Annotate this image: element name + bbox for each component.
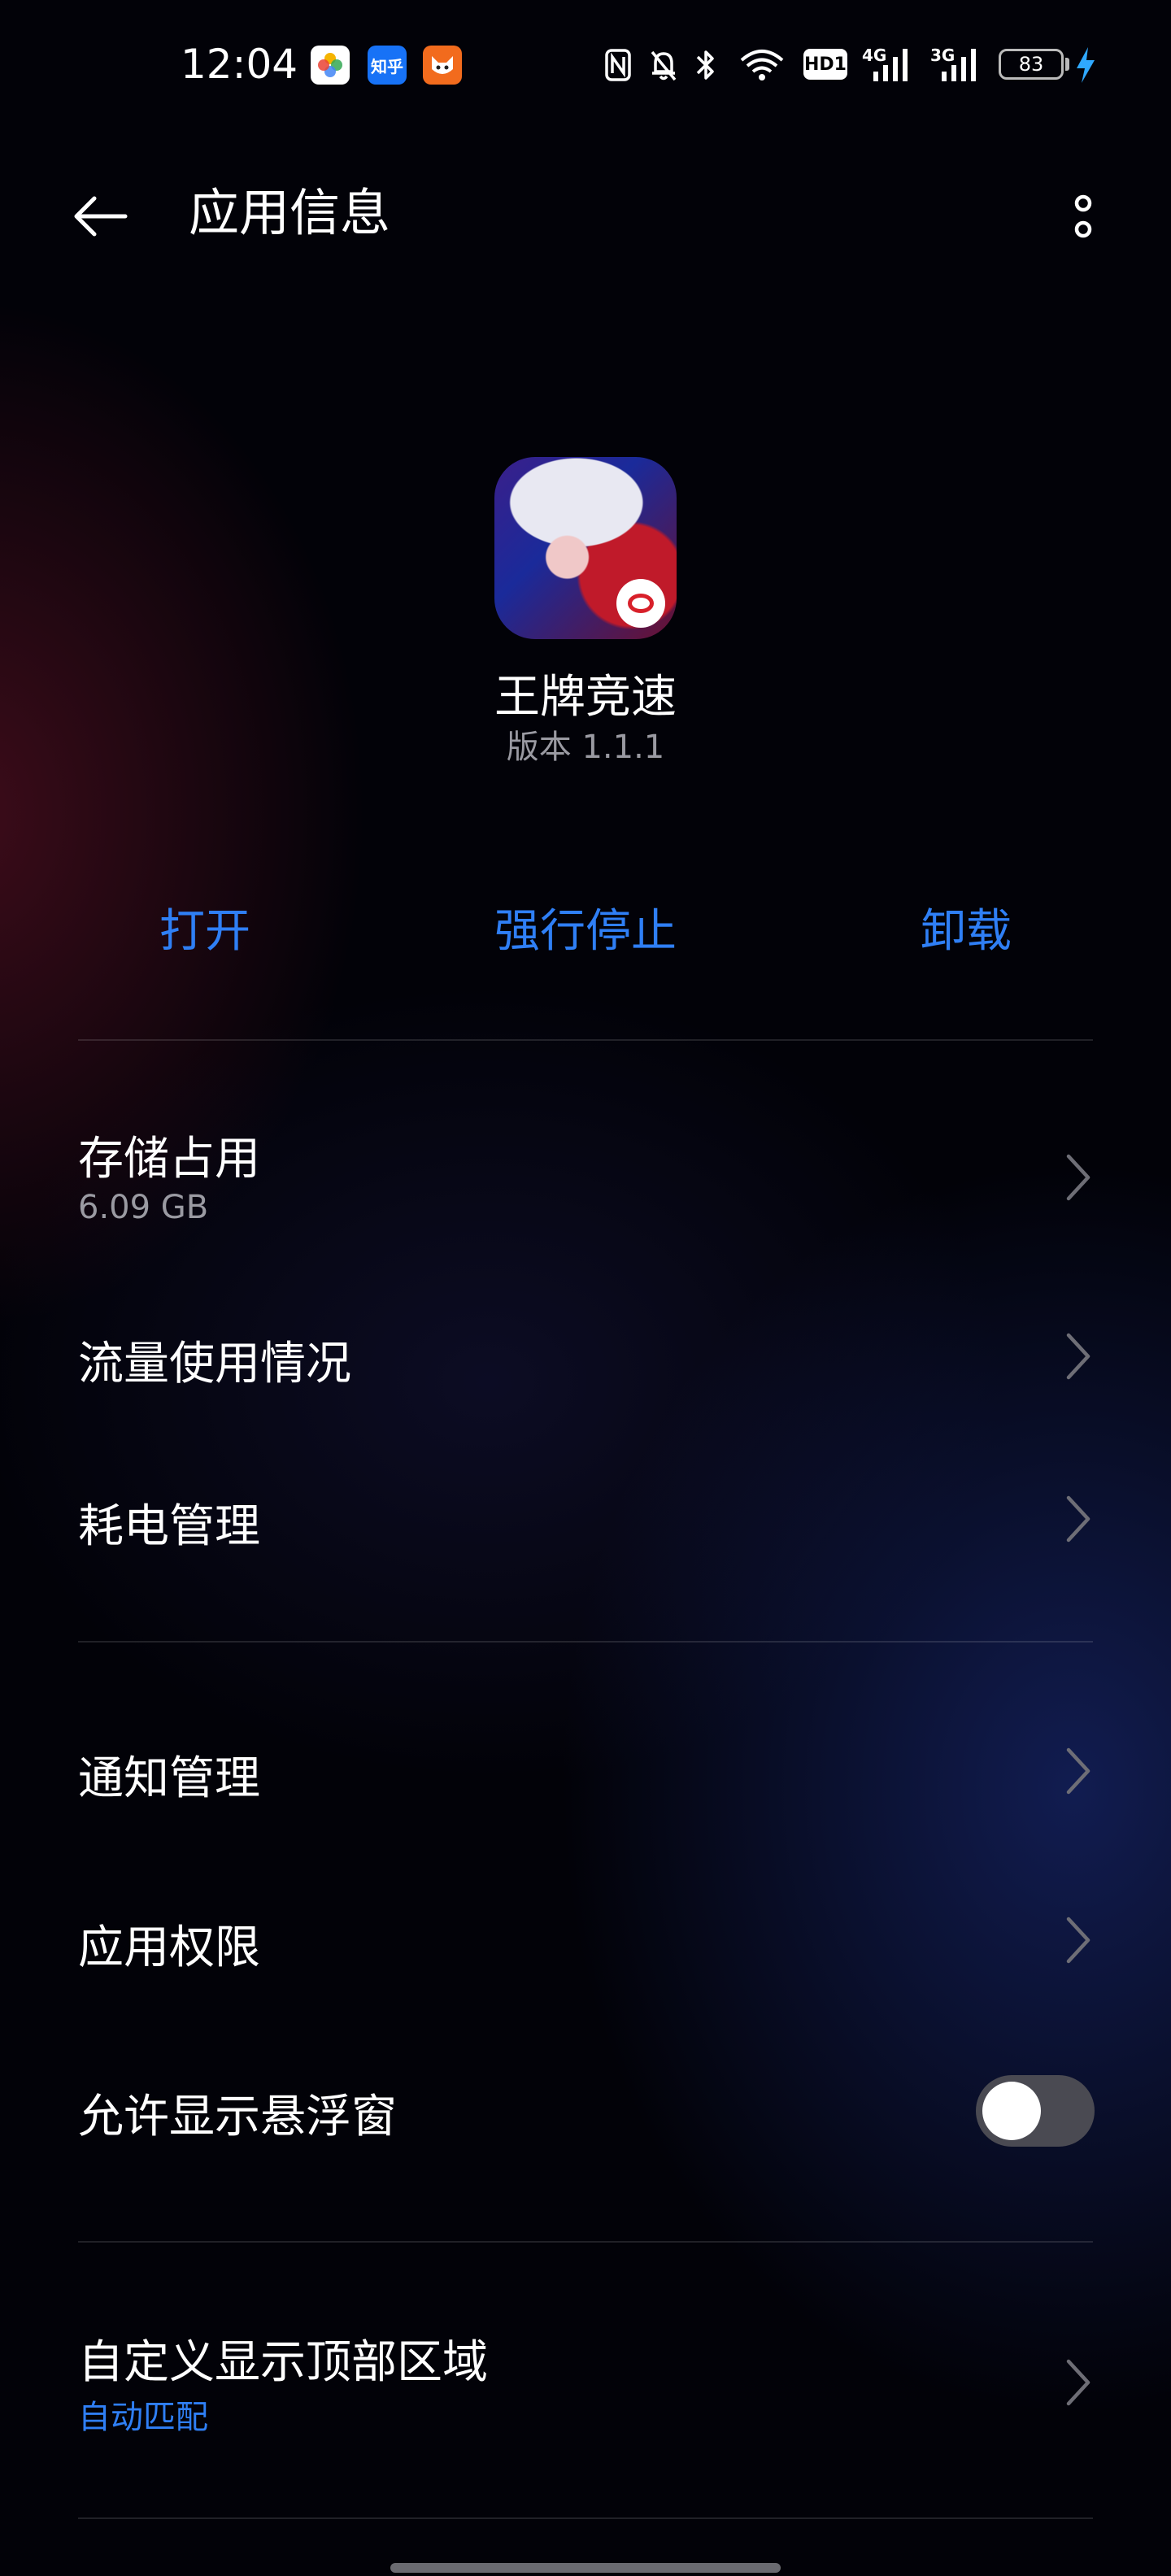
battery-management-title: 耗电管理 <box>78 1500 260 1553</box>
chevron-right-icon <box>1066 1333 1090 1380</box>
status-time: 12:04 <box>181 41 298 88</box>
app-brand-logo <box>616 579 665 628</box>
divider <box>78 1039 1093 1041</box>
custom-top-area-value: 自动匹配 <box>78 2399 208 2436</box>
status-bar: 12:04 知乎 HD1 4G 3G 83 <box>0 0 1171 130</box>
chevron-right-icon <box>1066 2359 1090 2406</box>
wifi-icon <box>740 50 784 80</box>
data-usage-title: 流量使用情况 <box>78 1338 351 1390</box>
chevron-right-icon <box>1066 1495 1090 1543</box>
force-stop-button[interactable]: 强行停止 <box>439 894 732 960</box>
chevron-right-icon <box>1066 1154 1090 1201</box>
divider <box>78 2517 1093 2519</box>
storage-value: 6.09 GB <box>78 1189 209 1226</box>
notification-management-item[interactable]: 通知管理 <box>0 1725 1171 1815</box>
charging-icon <box>1077 47 1095 83</box>
zhihu-icon: 知乎 <box>368 46 407 85</box>
app-permissions-item[interactable]: 应用权限 <box>0 1895 1171 1984</box>
home-indicator[interactable] <box>390 2563 781 2573</box>
hd-icon: HD1 <box>803 49 847 80</box>
signal-icon: 4G <box>862 46 914 85</box>
more-vertical-icon[interactable] <box>1057 184 1109 249</box>
toggle-knob <box>982 2082 1041 2140</box>
divider <box>78 1641 1093 1643</box>
photos-icon <box>311 46 350 85</box>
battery-level: 83 <box>1018 53 1044 76</box>
bluetooth-icon <box>696 50 714 80</box>
chevron-right-icon <box>1066 1917 1090 1964</box>
floating-window-item: 允许显示悬浮窗 <box>0 2056 1171 2161</box>
storage-title: 存储占用 <box>78 1133 260 1186</box>
bell-off-icon <box>651 50 677 81</box>
uninstall-button[interactable]: 卸载 <box>820 894 1112 960</box>
battery-icon: 83 <box>999 49 1064 80</box>
floating-window-title: 允许显示悬浮窗 <box>78 2091 397 2143</box>
floating-window-toggle[interactable] <box>976 2075 1095 2147</box>
app-name: 王牌竞速 <box>494 671 677 724</box>
app-permissions-title: 应用权限 <box>78 1921 260 1974</box>
app-version: 版本 1.1.1 <box>506 729 665 766</box>
page-title: 应用信息 <box>189 183 391 242</box>
battery-tip <box>1065 58 1069 71</box>
fox-app-icon <box>423 46 462 85</box>
data-usage-item[interactable]: 流量使用情况 <box>0 1311 1171 1400</box>
signal-icon-2: 3G <box>930 46 982 85</box>
storage-item[interactable]: 存储占用 6.09 GB <box>0 1106 1171 1260</box>
open-button[interactable]: 打开 <box>59 894 351 960</box>
notification-management-title: 通知管理 <box>78 1752 260 1805</box>
battery-management-item[interactable]: 耗电管理 <box>0 1473 1171 1563</box>
divider <box>78 2241 1093 2243</box>
custom-top-area-item[interactable]: 自定义显示顶部区域 自动匹配 <box>0 2309 1171 2464</box>
arrow-left-icon[interactable] <box>72 187 130 246</box>
app-icon <box>494 457 677 639</box>
custom-top-area-title: 自定义显示顶部区域 <box>78 2336 488 2389</box>
nfc-icon <box>605 49 631 81</box>
chevron-right-icon <box>1066 1747 1090 1795</box>
